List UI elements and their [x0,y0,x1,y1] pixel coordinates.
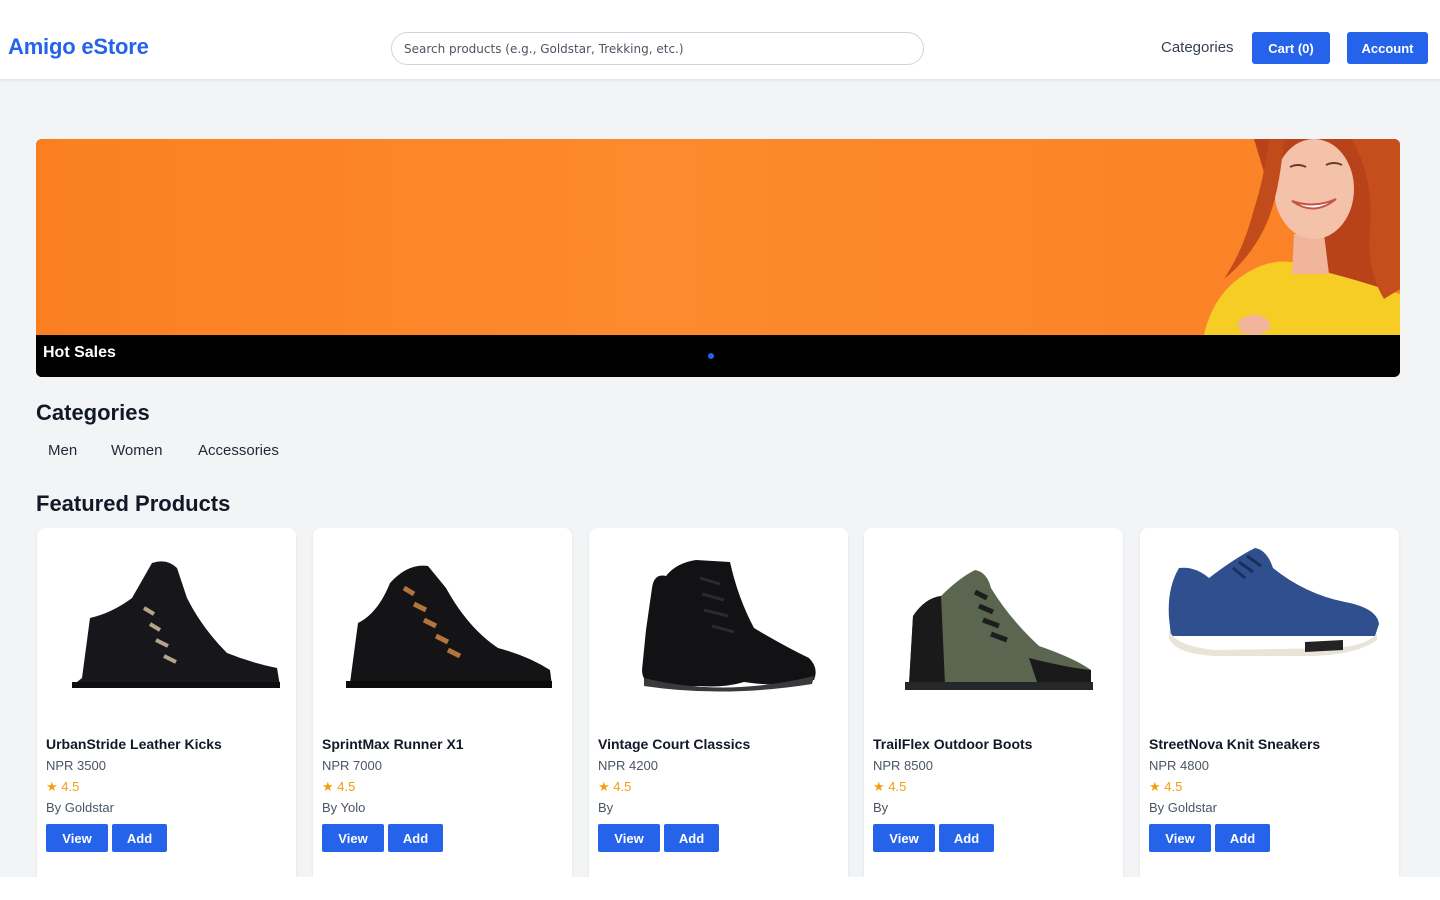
product-name[interactable]: StreetNova Knit Sneakers [1149,736,1320,752]
rating-value: 4.5 [888,779,907,794]
product-price: NPR 7000 [322,758,382,773]
boot-icon [904,570,1093,690]
boot-icon [641,560,816,692]
product-image[interactable] [872,538,1115,718]
add-to-cart-button[interactable]: Add [664,824,719,852]
category-link-accessories[interactable]: Accessories [198,442,279,459]
product-price: NPR 4200 [598,758,658,773]
product-rating: ★ 4.5 [322,779,355,795]
product-image[interactable] [321,538,564,718]
star-icon: ★ [598,779,610,794]
hero-carousel[interactable]: Hot Sales [36,139,1400,377]
view-product-button[interactable]: View [598,824,660,852]
rating-value: 4.5 [61,779,80,794]
view-product-button[interactable]: View [873,824,935,852]
product-brand: By Yolo [322,800,366,815]
product-card[interactable]: UrbanStride Leather Kicks NPR 3500 ★ 4.5… [37,528,296,888]
categories-heading: Categories [36,400,150,425]
product-brand: By Goldstar [46,800,114,815]
rating-value: 4.5 [337,779,356,794]
product-brand: By Goldstar [1149,800,1217,815]
page-bottom-edge [0,877,1440,900]
hero-model-image [1204,139,1400,335]
product-image[interactable] [1148,538,1391,718]
product-price: NPR 3500 [46,758,106,773]
search-input[interactable] [391,32,924,65]
star-icon: ★ [873,779,885,794]
product-card[interactable]: StreetNova Knit Sneakers NPR 4800 ★ 4.5 … [1140,528,1399,888]
featured-products-heading: Featured Products [36,491,231,516]
boot-icon [71,561,280,688]
product-rating: ★ 4.5 [1149,779,1182,795]
add-to-cart-button[interactable]: Add [112,824,167,852]
product-name[interactable]: Vintage Court Classics [598,736,750,752]
product-rating: ★ 4.5 [598,779,631,795]
nav-categories-link[interactable]: Categories [1161,39,1234,56]
star-icon: ★ [1149,779,1161,794]
carousel-indicator-dot[interactable] [708,353,714,359]
view-product-button[interactable]: View [322,824,384,852]
star-icon: ★ [46,779,58,794]
product-card[interactable]: TrailFlex Outdoor Boots NPR 8500 ★ 4.5 B… [864,528,1123,888]
product-image[interactable] [597,538,840,718]
sneaker-icon [1168,548,1379,656]
view-product-button[interactable]: View [1149,824,1211,852]
top-navbar: Amigo eStore Categories Cart (0) Account [0,0,1440,80]
add-to-cart-button[interactable]: Add [939,824,994,852]
product-name[interactable]: TrailFlex Outdoor Boots [873,736,1032,752]
product-price: NPR 8500 [873,758,933,773]
product-rating: ★ 4.5 [46,779,79,795]
add-to-cart-button[interactable]: Add [388,824,443,852]
product-price: NPR 4800 [1149,758,1209,773]
boot-icon [345,565,552,688]
category-link-men[interactable]: Men [48,442,77,459]
rating-value: 4.5 [613,779,632,794]
add-to-cart-button[interactable]: Add [1215,824,1270,852]
hero-caption: Hot Sales [43,344,116,361]
view-product-button[interactable]: View [46,824,108,852]
product-card[interactable]: SprintMax Runner X1 NPR 7000 ★ 4.5 By Yo… [313,528,572,888]
product-brand: By [598,800,614,815]
product-rating: ★ 4.5 [873,779,906,795]
cart-button[interactable]: Cart (0) [1252,32,1330,64]
star-icon: ★ [322,779,334,794]
rating-value: 4.5 [1164,779,1183,794]
category-link-women[interactable]: Women [111,442,162,459]
account-button[interactable]: Account [1347,32,1428,64]
product-name[interactable]: UrbanStride Leather Kicks [46,736,222,752]
product-image[interactable] [45,538,288,718]
product-card[interactable]: Vintage Court Classics NPR 4200 ★ 4.5 By… [589,528,848,888]
product-brand: By [873,800,889,815]
store-logo[interactable]: Amigo eStore [8,34,149,60]
product-name[interactable]: SprintMax Runner X1 [322,736,464,752]
hero-caption-bar: Hot Sales [36,335,1400,377]
